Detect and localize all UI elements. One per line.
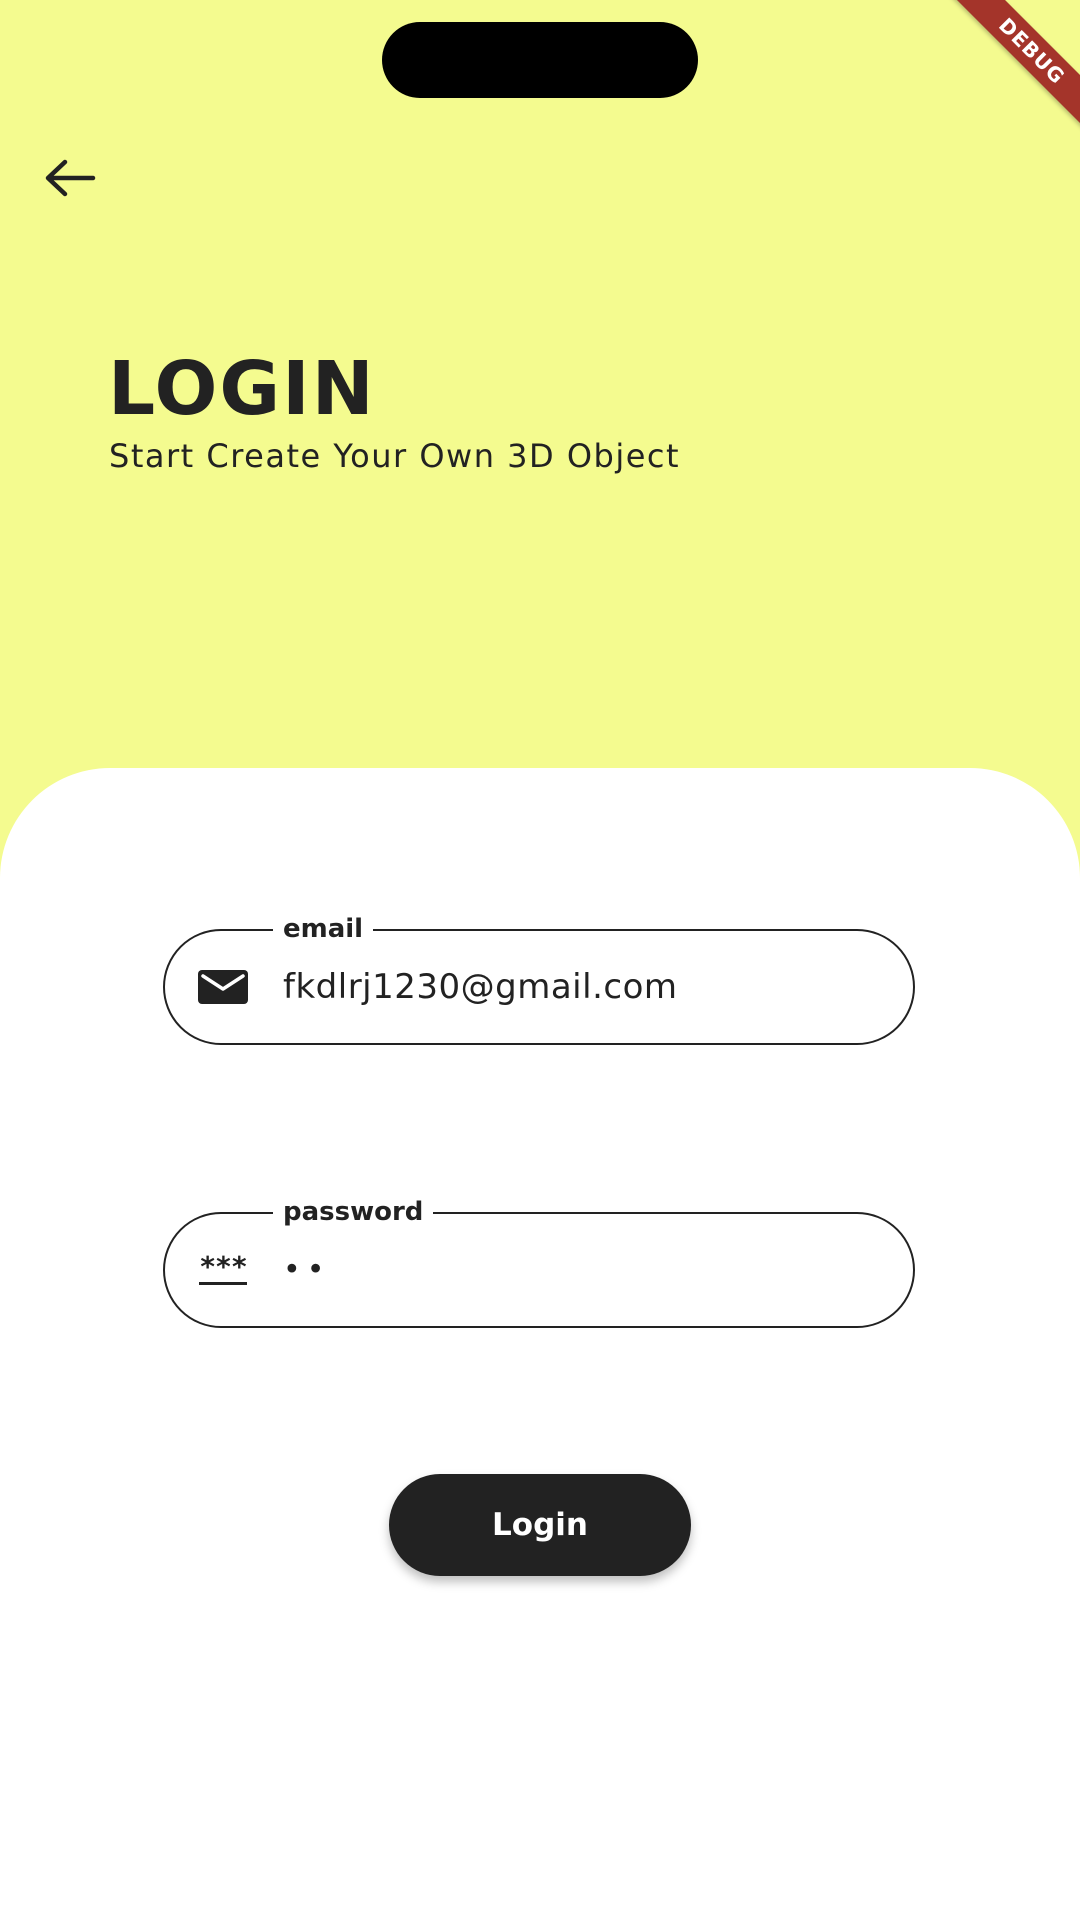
login-button[interactable]: Login	[389, 1474, 691, 1576]
password-input-value: ••	[283, 1252, 331, 1288]
dynamic-island	[382, 22, 698, 98]
arrow-back-icon	[43, 158, 97, 203]
page-title: LOGIN	[108, 346, 376, 432]
email-field[interactable]: email fkdlrj1230@gmail.com	[163, 909, 915, 1045]
password-icon: ***	[197, 1250, 249, 1290]
page-subtitle: Start Create Your Own 3D Object	[109, 437, 681, 475]
password-icon-glyph: ***	[199, 1249, 248, 1285]
debug-banner: DEBUG	[920, 0, 1080, 160]
mail-icon	[197, 967, 249, 1007]
debug-banner-label: DEBUG	[949, 0, 1080, 134]
email-field-label: email	[273, 909, 374, 949]
email-input-value: fkdlrj1230@gmail.com	[283, 967, 678, 1007]
password-field-label: password	[273, 1192, 434, 1232]
password-field[interactable]: password *** ••	[163, 1192, 915, 1328]
back-button[interactable]	[40, 152, 100, 208]
